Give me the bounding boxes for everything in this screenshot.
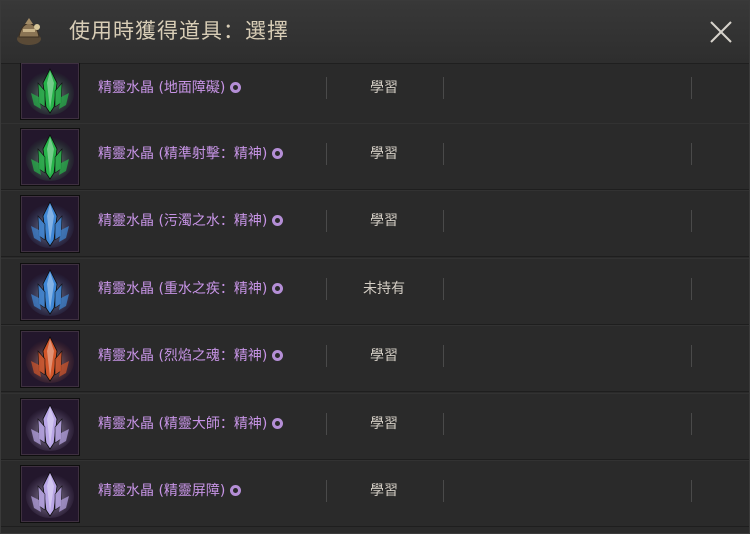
bound-item-icon <box>272 418 284 429</box>
spirit-crystal-icon <box>26 201 74 248</box>
item-slot[interactable] <box>20 330 80 388</box>
status-label: 學習 <box>370 213 398 229</box>
item-name: 精靈水晶 (精準射擊：精神) <box>98 145 284 163</box>
column-divider <box>443 210 444 232</box>
bound-item-icon <box>272 283 284 294</box>
column-divider <box>691 413 692 435</box>
item-row[interactable]: 精靈水晶 (地面障礙) 學習 <box>1 63 749 124</box>
spirit-crystal-icon <box>26 404 74 451</box>
item-row[interactable]: 精靈水晶 (精靈大師：精神) 學習 <box>1 393 749 460</box>
status-label: 未持有 <box>363 281 405 297</box>
bound-item-icon <box>272 148 284 159</box>
item-name: 精靈水晶 (精靈大師：精神) <box>98 415 284 433</box>
title-bar: 使用時獲得道具：選擇 <box>1 1 749 64</box>
column-divider <box>443 278 444 300</box>
column-divider <box>326 480 327 502</box>
status-label: 學習 <box>370 416 398 432</box>
column-divider <box>691 480 692 502</box>
status-label: 學習 <box>370 348 398 364</box>
column-divider <box>326 413 327 435</box>
item-name-text: 精靈水晶 (地面障礙) <box>98 80 226 96</box>
bound-item-icon <box>272 215 284 226</box>
column-divider <box>691 278 692 300</box>
item-row[interactable]: 精靈水晶 (重水之疾：精神) 未持有 <box>1 258 749 325</box>
item-name-text: 精靈水晶 (污濁之水：精神) <box>98 213 268 229</box>
item-slot[interactable] <box>20 263 80 321</box>
column-divider <box>691 77 692 99</box>
item-name: 精靈水晶 (重水之疾：精神) <box>98 280 284 298</box>
bound-item-icon <box>230 485 242 496</box>
spirit-crystal-icon <box>26 471 74 518</box>
item-slot[interactable] <box>20 128 80 186</box>
column-divider <box>326 77 327 99</box>
bound-item-icon <box>230 82 242 93</box>
column-divider <box>443 413 444 435</box>
column-divider <box>326 345 327 367</box>
column-divider <box>326 143 327 165</box>
status-label: 學習 <box>370 146 398 162</box>
item-name-text: 精靈水晶 (精準射擊：精神) <box>98 146 268 162</box>
item-name-text: 精靈水晶 (重水之疾：精神) <box>98 281 268 297</box>
column-divider <box>691 210 692 232</box>
item-name: 精靈水晶 (精靈屏障) <box>98 482 242 500</box>
column-divider <box>443 345 444 367</box>
column-divider <box>326 278 327 300</box>
item-list[interactable]: 精靈水晶 (地面障礙) 學習 精靈水晶 (精準射擊：精神) 學習 精靈水晶 (污濁之水：… <box>1 63 749 533</box>
spirit-crystal-icon <box>26 134 74 181</box>
column-divider <box>691 345 692 367</box>
status-label: 學習 <box>370 80 398 96</box>
spirit-crystal-icon <box>26 269 74 316</box>
item-row[interactable]: 精靈水晶 (烈焰之魂：精神) 學習 <box>1 325 749 392</box>
item-row[interactable]: 精靈水晶 (精靈屏障) 學習 <box>1 460 749 527</box>
item-bag-icon <box>17 18 41 45</box>
item-name: 精靈水晶 (污濁之水：精神) <box>98 212 284 230</box>
spirit-crystal-icon <box>26 68 74 115</box>
column-divider <box>691 143 692 165</box>
item-selection-window: 使用時獲得道具：選擇 精靈水晶 (地面障礙) 學習 精靈水晶 (精準射擊：精神) 學習… <box>0 0 750 534</box>
column-divider <box>326 210 327 232</box>
status-label: 學習 <box>370 483 398 499</box>
item-name-text: 精靈水晶 (精靈屏障) <box>98 483 226 499</box>
spirit-crystal-icon <box>26 336 74 383</box>
item-slot[interactable] <box>20 398 80 456</box>
window-title: 使用時獲得道具：選擇 <box>69 19 289 43</box>
item-slot[interactable] <box>20 465 80 523</box>
item-slot[interactable] <box>20 63 80 120</box>
item-slot[interactable] <box>20 195 80 253</box>
item-name: 精靈水晶 (地面障礙) <box>98 79 242 97</box>
bound-item-icon <box>272 350 284 361</box>
item-name-text: 精靈水晶 (烈焰之魂：精神) <box>98 348 268 364</box>
close-icon[interactable] <box>704 15 738 49</box>
column-divider <box>443 77 444 99</box>
column-divider <box>443 143 444 165</box>
item-row[interactable]: 精靈水晶 (精準射擊：精神) 學習 <box>1 123 749 190</box>
item-name: 精靈水晶 (烈焰之魂：精神) <box>98 347 284 365</box>
item-name-text: 精靈水晶 (精靈大師：精神) <box>98 416 268 432</box>
item-row[interactable]: 精靈水晶 (污濁之水：精神) 學習 <box>1 190 749 257</box>
column-divider <box>443 480 444 502</box>
